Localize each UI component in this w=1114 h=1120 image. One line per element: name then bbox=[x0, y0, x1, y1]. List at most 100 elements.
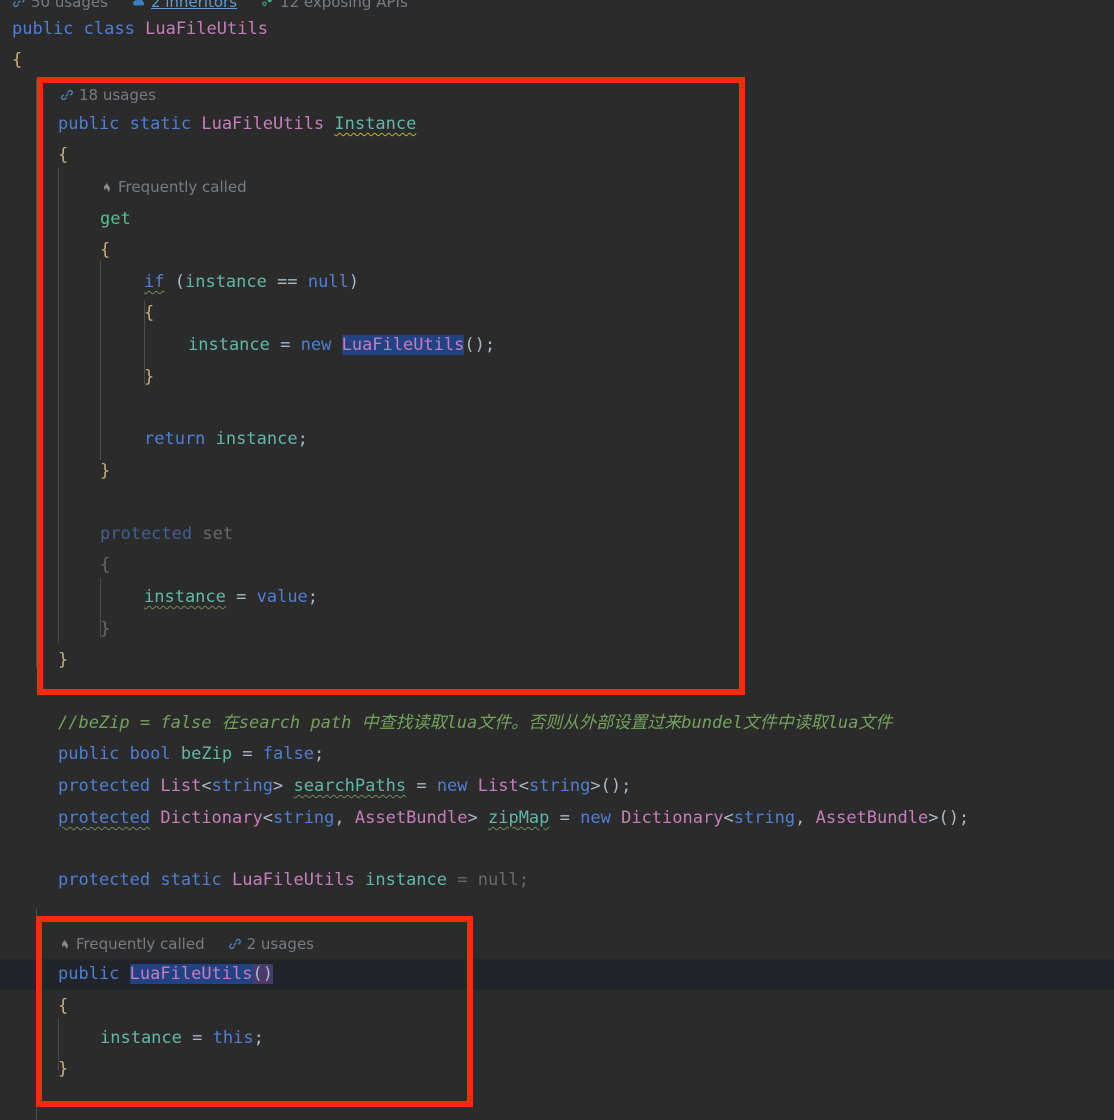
setter-keyword-line[interactable]: protected set bbox=[0, 519, 1114, 550]
instance-field-line[interactable]: protected static LuaFileUtils instance =… bbox=[0, 865, 1114, 896]
class-open-brace-line: { bbox=[0, 45, 1114, 76]
if-close-brace: } bbox=[144, 367, 154, 387]
instance-field-static: static bbox=[160, 870, 221, 890]
searchpaths-name[interactable]: searchPaths bbox=[294, 776, 407, 796]
flame-icon bbox=[100, 180, 113, 195]
if-keyword: if bbox=[144, 272, 164, 292]
constructor-parens: () bbox=[253, 964, 273, 984]
if-open-paren: ( bbox=[175, 272, 185, 292]
zipmap-name[interactable]: zipMap bbox=[488, 808, 549, 828]
class-inlay-hints[interactable]: 50 usages 2 inheritors 12 exposing APIs bbox=[12, 0, 408, 13]
zipmap-ctor-type[interactable]: Dictionary bbox=[621, 808, 723, 828]
searchpaths-ctor-generic-arg: string bbox=[529, 776, 590, 796]
class-exposing-label[interactable]: 12 exposing APIs bbox=[280, 0, 408, 13]
zipmap-generic-a: string bbox=[273, 808, 334, 828]
property-signature-line[interactable]: public static LuaFileUtils Instance bbox=[0, 109, 1114, 140]
class-usages-label[interactable]: 50 usages bbox=[31, 0, 108, 13]
property-open-brace: { bbox=[58, 145, 68, 165]
property-usages-label[interactable]: 18 usages bbox=[79, 84, 156, 106]
setter-assignment-rhs: value bbox=[257, 587, 308, 607]
constructor-usages-hint[interactable]: 2 usages bbox=[228, 933, 314, 955]
bezip-field-line[interactable]: public bool beZip = false; bbox=[0, 739, 1114, 770]
assignment-parens: () bbox=[464, 335, 484, 355]
setter-close-brace: } bbox=[100, 619, 110, 639]
setter-assignment-line[interactable]: instance = value; bbox=[0, 582, 1114, 613]
setter-keyword[interactable]: set bbox=[202, 524, 233, 544]
class-exposing-hint[interactable]: 12 exposing APIs bbox=[260, 0, 408, 13]
class-usages-hint[interactable]: 50 usages bbox=[12, 0, 108, 13]
gt: > bbox=[273, 776, 283, 796]
getter-frequently-called-label: Frequently called bbox=[118, 176, 247, 198]
instance-field-modifier: protected bbox=[58, 870, 150, 890]
setter-assignment-lhs[interactable]: instance bbox=[144, 587, 226, 607]
zipmap-field-line[interactable]: protected Dictionary<string, AssetBundle… bbox=[0, 803, 1114, 834]
if-lhs-identifier[interactable]: instance bbox=[185, 272, 267, 292]
sp bbox=[73, 19, 83, 39]
gt2: > bbox=[590, 776, 600, 796]
class-inheritors-hint[interactable]: 2 inheritors bbox=[131, 0, 237, 13]
property-modifier: public bbox=[58, 114, 119, 134]
property-type[interactable]: LuaFileUtils bbox=[201, 114, 324, 134]
getter-keyword-line[interactable]: get bbox=[0, 204, 1114, 235]
return-statement-line[interactable]: return instance; bbox=[0, 424, 1114, 455]
code-editor-canvas[interactable]: 50 usages 2 inheritors 12 exposing APIs … bbox=[0, 0, 1114, 1120]
sp bbox=[150, 808, 160, 828]
constructor-body-lhs[interactable]: instance bbox=[100, 1028, 182, 1048]
sp3 bbox=[355, 870, 365, 890]
searchpaths-generic: < bbox=[201, 776, 211, 796]
lt: < bbox=[263, 808, 273, 828]
if-statement-line[interactable]: if (instance == null) bbox=[0, 267, 1114, 298]
getter-open-brace-line: { bbox=[0, 235, 1114, 266]
instance-field-value: null bbox=[478, 870, 519, 890]
searchpaths-type[interactable]: List bbox=[160, 776, 201, 796]
zipmap-ctor-generic-b[interactable]: AssetBundle bbox=[816, 808, 929, 828]
setter-open-brace: { bbox=[100, 555, 110, 575]
property-name[interactable]: Instance bbox=[334, 114, 416, 134]
instance-assignment-line[interactable]: instance = new LuaFileUtils(); bbox=[0, 330, 1114, 361]
class-inheritors-label[interactable]: 2 inheritors bbox=[151, 0, 237, 13]
property-usages-hint[interactable]: 18 usages bbox=[60, 84, 156, 106]
assignment-lhs[interactable]: instance bbox=[188, 335, 270, 355]
link-icon bbox=[228, 937, 242, 951]
setter-assignment-op: = bbox=[226, 587, 257, 607]
sp2 bbox=[135, 19, 145, 39]
link-icon bbox=[60, 88, 74, 102]
instance-field-type[interactable]: LuaFileUtils bbox=[232, 870, 355, 890]
constructor-frequently-called-hint: Frequently called bbox=[58, 933, 205, 955]
constructor-close-brace-line: } bbox=[0, 1054, 1114, 1085]
constructor-frequently-called-label: Frequently called bbox=[76, 933, 205, 955]
searchpaths-field-line[interactable]: protected List<string> searchPaths = new… bbox=[0, 771, 1114, 802]
instance-field-semicolon: ; bbox=[519, 870, 529, 890]
constructor-usages-label[interactable]: 2 usages bbox=[247, 933, 314, 955]
getter-frequently-called-hint[interactable]: Frequently called bbox=[100, 176, 247, 198]
return-value[interactable]: instance bbox=[216, 429, 298, 449]
property-close-brace-line: } bbox=[0, 645, 1114, 676]
class-declaration-line[interactable]: public class LuaFileUtils bbox=[0, 14, 1114, 45]
getter-keyword[interactable]: get bbox=[100, 209, 131, 229]
zipmap-parens: (); bbox=[938, 808, 969, 828]
constructor-name[interactable]: LuaFileUtils bbox=[130, 964, 253, 984]
sp bbox=[119, 964, 129, 984]
searchpaths-ctor-type[interactable]: List bbox=[478, 776, 519, 796]
property-static-keyword: static bbox=[130, 114, 191, 134]
zipmap-type[interactable]: Dictionary bbox=[160, 808, 262, 828]
constructor-signature-line[interactable]: public LuaFileUtils() bbox=[0, 959, 1114, 990]
zipmap-generic-b[interactable]: AssetBundle bbox=[355, 808, 468, 828]
if-operator: == bbox=[267, 272, 308, 292]
constructor-modifier: public bbox=[58, 964, 119, 984]
assignment-ctor-type[interactable]: LuaFileUtils bbox=[342, 335, 465, 355]
instance-field-name[interactable]: instance bbox=[365, 870, 447, 890]
searchpaths-parens: (); bbox=[601, 776, 632, 796]
sp bbox=[164, 272, 174, 292]
constructor-inlay-hints[interactable]: Frequently called 2 usages bbox=[58, 933, 314, 955]
zipmap-ctor-generic-a: string bbox=[734, 808, 795, 828]
property-close-brace: } bbox=[58, 650, 68, 670]
lt2: < bbox=[519, 776, 529, 796]
zipmap-op: = bbox=[549, 808, 580, 828]
bezip-comment: //beZip = false 在search path 中查找读取lua文件。… bbox=[58, 713, 892, 733]
constructor-close-brace: } bbox=[58, 1059, 68, 1079]
constructor-body-line[interactable]: instance = this; bbox=[0, 1023, 1114, 1054]
class-name[interactable]: LuaFileUtils bbox=[145, 19, 268, 39]
if-open-brace-line: { bbox=[0, 298, 1114, 329]
bezip-name[interactable]: beZip bbox=[181, 744, 232, 764]
